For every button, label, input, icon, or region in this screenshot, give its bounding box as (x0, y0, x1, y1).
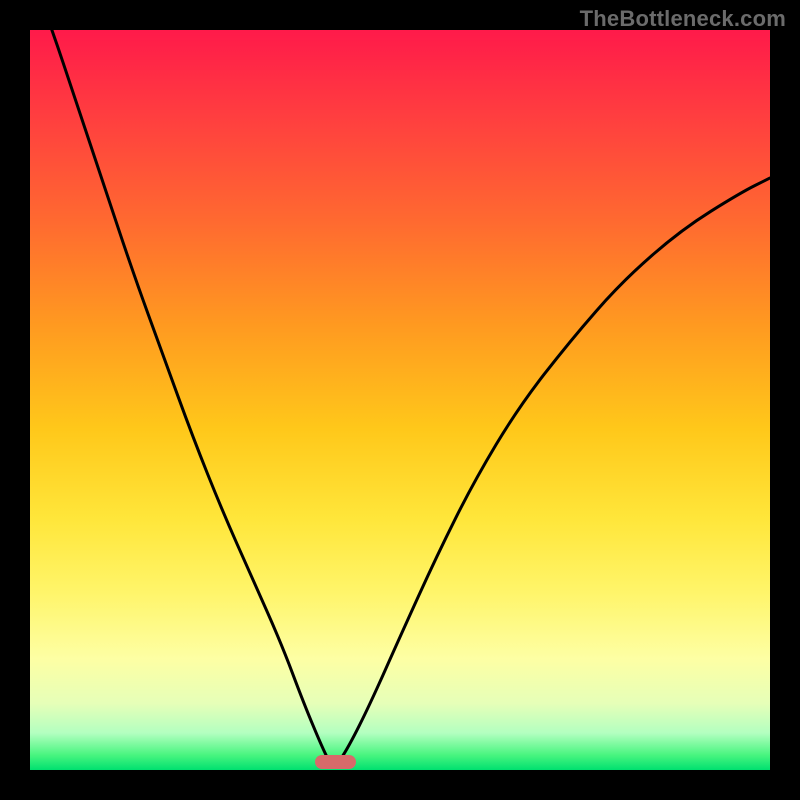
optimal-zone-bar (315, 755, 356, 769)
watermark-text: TheBottleneck.com (580, 6, 786, 32)
curve-path (30, 30, 770, 764)
plot-area (30, 30, 770, 770)
outer-frame: TheBottleneck.com (0, 0, 800, 800)
bottleneck-curve (30, 30, 770, 770)
